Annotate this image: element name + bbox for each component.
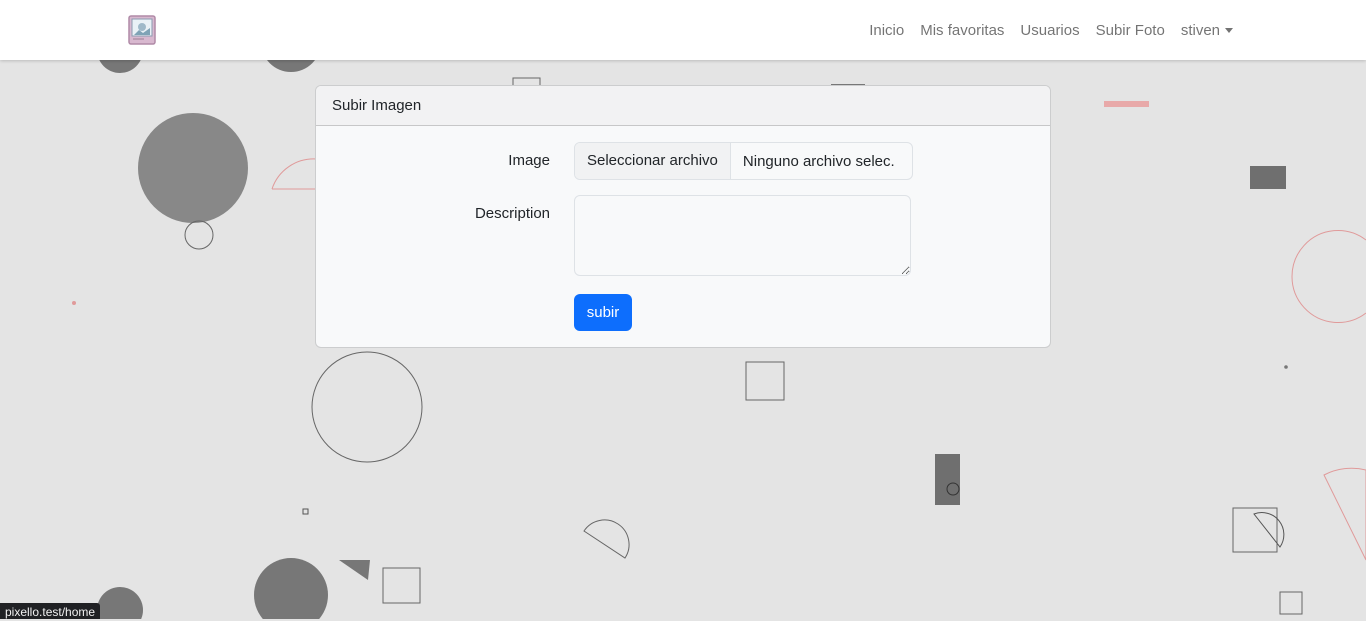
image-file-input[interactable]: Seleccionar archivo Ninguno archivo sele… xyxy=(574,142,913,180)
upload-card: Subir Imagen Image Seleccionar archivo N… xyxy=(315,85,1051,348)
status-bar-url: pixello.test/home xyxy=(0,603,101,619)
user-name: stiven xyxy=(1180,21,1220,39)
user-dropdown[interactable]: stiven xyxy=(1181,22,1233,39)
description-label: Description xyxy=(474,205,550,222)
nav-link-inicio[interactable]: Inicio xyxy=(869,22,904,39)
photo-album-logo-icon[interactable] xyxy=(128,15,156,45)
top-navbar: Inicio Mis favoritas Usuarios Subir Foto… xyxy=(0,0,1366,60)
image-label: Image xyxy=(508,152,550,169)
card-title: Subir Imagen xyxy=(316,86,1050,126)
nav-link-mis-favoritas[interactable]: Mis favoritas xyxy=(920,22,1004,39)
description-textarea[interactable] xyxy=(574,195,911,276)
nav-link-usuarios[interactable]: Usuarios xyxy=(1020,22,1079,39)
nav-menu: Inicio Mis favoritas Usuarios Subir Foto… xyxy=(853,0,1366,60)
caret-down-icon xyxy=(1225,27,1233,33)
nav-link-subir-foto[interactable]: Subir Foto xyxy=(1096,22,1165,39)
choose-file-button[interactable]: Seleccionar archivo xyxy=(575,143,731,179)
file-status-text: Ninguno archivo selec. xyxy=(742,152,895,170)
submit-button[interactable]: subir xyxy=(574,294,632,331)
